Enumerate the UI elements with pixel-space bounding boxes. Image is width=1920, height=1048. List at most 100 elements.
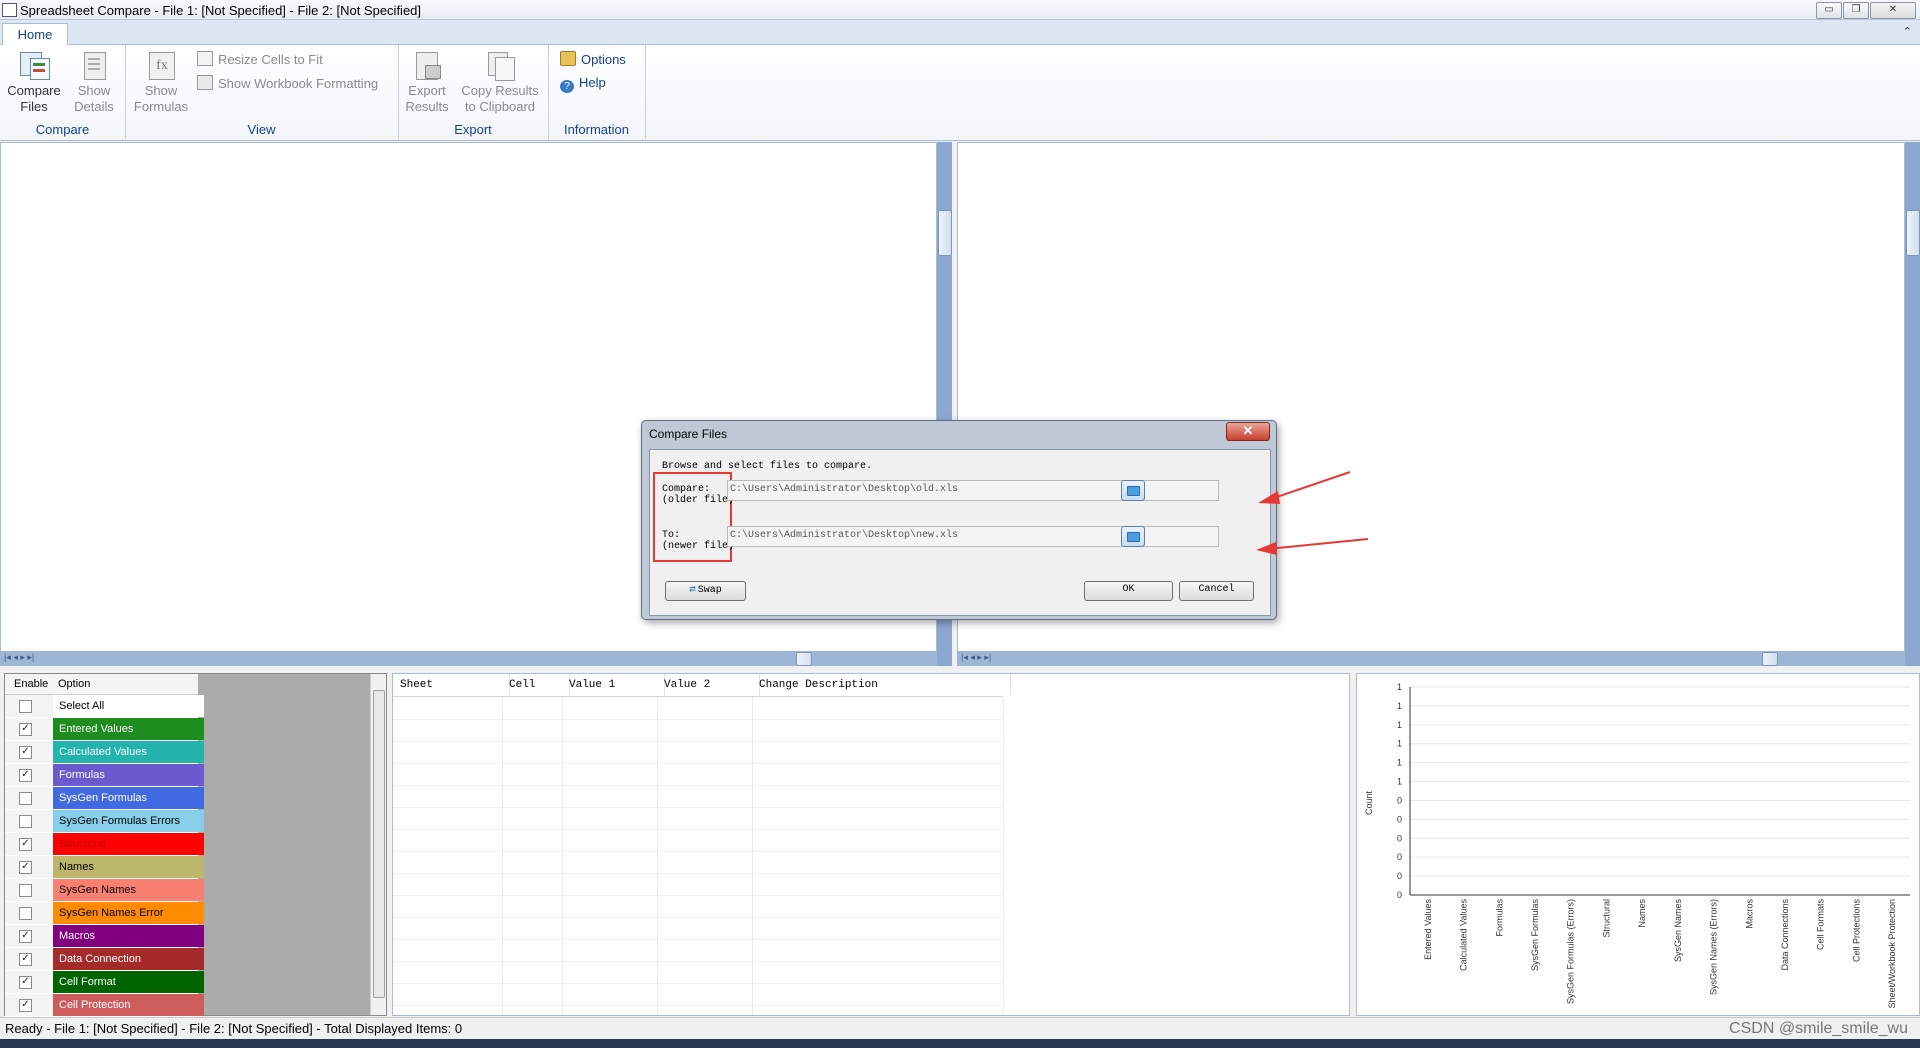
compare-file-path-field[interactable]: C:\Users\Administrator\Desktop\old.xls [727,480,1219,501]
option-row[interactable]: ✓ Calculated Values [5,741,204,764]
right-pane-vscroll-thumb[interactable] [1906,210,1920,256]
option-row[interactable]: ✓ Structural [5,833,204,856]
show-details-button[interactable]: Show Details [68,49,120,115]
help-button[interactable]: ? Help [560,75,606,93]
option-checkbox[interactable]: ✓ [19,861,32,874]
option-checkbox[interactable] [19,815,32,828]
option-label: Names [53,856,204,878]
option-row[interactable]: SysGen Formulas Errors [5,810,204,833]
dialog-body: Browse and select files to compare. Comp… [649,449,1271,616]
grid-column [393,697,503,1015]
copy-results-label: Copy Results to Clipboard [461,83,539,114]
option-checkbox[interactable]: ✓ [19,976,32,989]
swap-button[interactable]: ⇄ Swap [665,581,746,601]
help-icon: ? [560,80,574,93]
left-pane-vscroll-thumb[interactable] [938,210,952,256]
option-row[interactable]: SysGen Formulas [5,787,204,810]
grid-row-line [393,961,1003,962]
x-tick-label: Cell Formats [1816,899,1826,951]
options-button[interactable]: Options [560,51,626,67]
option-label: Calculated Values [53,741,204,763]
option-column-header: Option [58,678,91,690]
sheet-nav-arrows-icon[interactable]: |◂ ◂ ▸ ▸| [4,652,34,663]
grid-row-line [393,719,1003,720]
option-label: SysGen Names Error [53,902,204,924]
minimize-button[interactable]: ▭ [1816,2,1842,19]
to-browse-button[interactable] [1121,526,1145,547]
column-header[interactable]: Value 1 [562,674,665,696]
export-results-button[interactable]: Export Results [402,49,452,115]
grid-row-line [393,939,1003,940]
show-formulas-button[interactable]: fx Show Formulas [133,49,189,115]
ribbon-collapse-icon[interactable]: ⌃ [1903,25,1912,38]
grid-row-line [393,1005,1003,1006]
option-checkbox[interactable] [19,884,32,897]
option-checkbox[interactable]: ✓ [19,723,32,736]
option-row[interactable]: ✓ Cell Format [5,971,204,994]
option-row[interactable]: ✓ Macros [5,925,204,948]
option-row[interactable]: ✓ Names [5,856,204,879]
left-pane-horizontal-scrollbar[interactable]: |◂ ◂ ▸ ▸| [0,651,937,666]
copy-results-button[interactable]: Copy Results to Clipboard [456,49,544,115]
show-workbook-formatting-label: Show Workbook Formatting [218,76,379,91]
tab-home[interactable]: Home [2,23,68,46]
option-row[interactable]: SysGen Names [5,879,204,902]
left-pane-hscroll-thumb[interactable] [796,652,812,666]
option-row[interactable]: ✓ Formulas [5,764,204,787]
results-table[interactable]: Sheet Cell Value 1 Value 2 Change Descriptio… [392,673,1350,1016]
compare-files-button[interactable]: Compare Files [4,49,64,115]
option-checkbox[interactable]: ✓ [19,838,32,851]
option-row[interactable]: ✓ Entered Values [5,718,204,741]
option-row[interactable]: Select All [5,695,204,718]
compare-browse-button[interactable] [1121,480,1145,501]
y-tick-label: 1 [1397,777,1402,787]
option-checkbox[interactable] [19,792,32,805]
options-vertical-scrollbar[interactable] [370,674,386,1015]
sheet-nav-arrows-icon[interactable]: |◂ ◂ ▸ ▸| [961,652,991,663]
to-label: To: [662,530,681,541]
resize-cells-label: Resize Cells to Fit [218,52,323,67]
annotation-arrow-head [1256,542,1277,555]
restore-button[interactable]: ❐ [1843,2,1869,19]
x-tick-label: SysGen Names [1673,899,1683,963]
option-checkbox[interactable]: ✓ [19,769,32,782]
dialog-close-button[interactable]: ✕ [1226,422,1270,441]
options-label: Options [581,52,626,67]
option-row[interactable]: SysGen Names Error [5,902,204,925]
spreadsheet-app-icon [2,3,17,17]
right-pane-hscroll-thumb[interactable] [1762,652,1778,666]
y-tick-label: 0 [1397,814,1402,824]
ok-button[interactable]: OK [1084,581,1173,601]
show-workbook-formatting-button[interactable]: Show Workbook Formatting [197,75,378,91]
dialog-title: Compare Files [649,427,728,441]
compare-files-dialog: Compare Files ✕ Browse and select files … [641,420,1277,620]
ribbon-tab-bar: Home ⌃ [0,20,1920,46]
to-file-path-field[interactable]: C:\Users\Administrator\Desktop\new.xls [727,526,1219,547]
option-label: SysGen Formulas Errors [53,810,204,832]
column-header[interactable]: Sheet [393,674,510,696]
option-checkbox[interactable]: ✓ [19,930,32,943]
resize-cells-button[interactable]: Resize Cells to Fit [197,51,323,67]
swap-label: Swap [697,585,722,596]
close-window-button[interactable]: ✕ [1870,2,1916,19]
chart-svg: 1 1 1 1 1 1 0 0 0 0 0 0 Count Entered Values Calculate… [1364,682,1910,1008]
option-checkbox[interactable] [19,700,32,713]
folder-icon [1127,532,1140,542]
compare-label-sub: (older file) [662,495,735,506]
option-checkbox[interactable] [19,907,32,920]
watermark: CSDN @smile_smile_wu [1729,1020,1908,1037]
grid-column [752,697,1004,1015]
right-pane-vertical-scrollbar[interactable] [1905,142,1920,666]
option-checkbox[interactable]: ✓ [19,999,32,1012]
option-row[interactable]: ✓ Data Connection [5,948,204,971]
column-header[interactable]: Change Description [752,674,1011,696]
cancel-button[interactable]: Cancel [1179,581,1254,601]
option-checkbox[interactable]: ✓ [19,746,32,759]
right-pane-horizontal-scrollbar[interactable]: |◂ ◂ ▸ ▸| [957,651,1905,666]
grid-row-line [393,829,1003,830]
column-header[interactable]: Cell [502,674,570,696]
options-vscroll-thumb[interactable] [373,690,385,998]
column-header[interactable]: Value 2 [657,674,760,696]
option-checkbox[interactable]: ✓ [19,953,32,966]
option-row[interactable]: ✓ Cell Protection [5,994,204,1017]
